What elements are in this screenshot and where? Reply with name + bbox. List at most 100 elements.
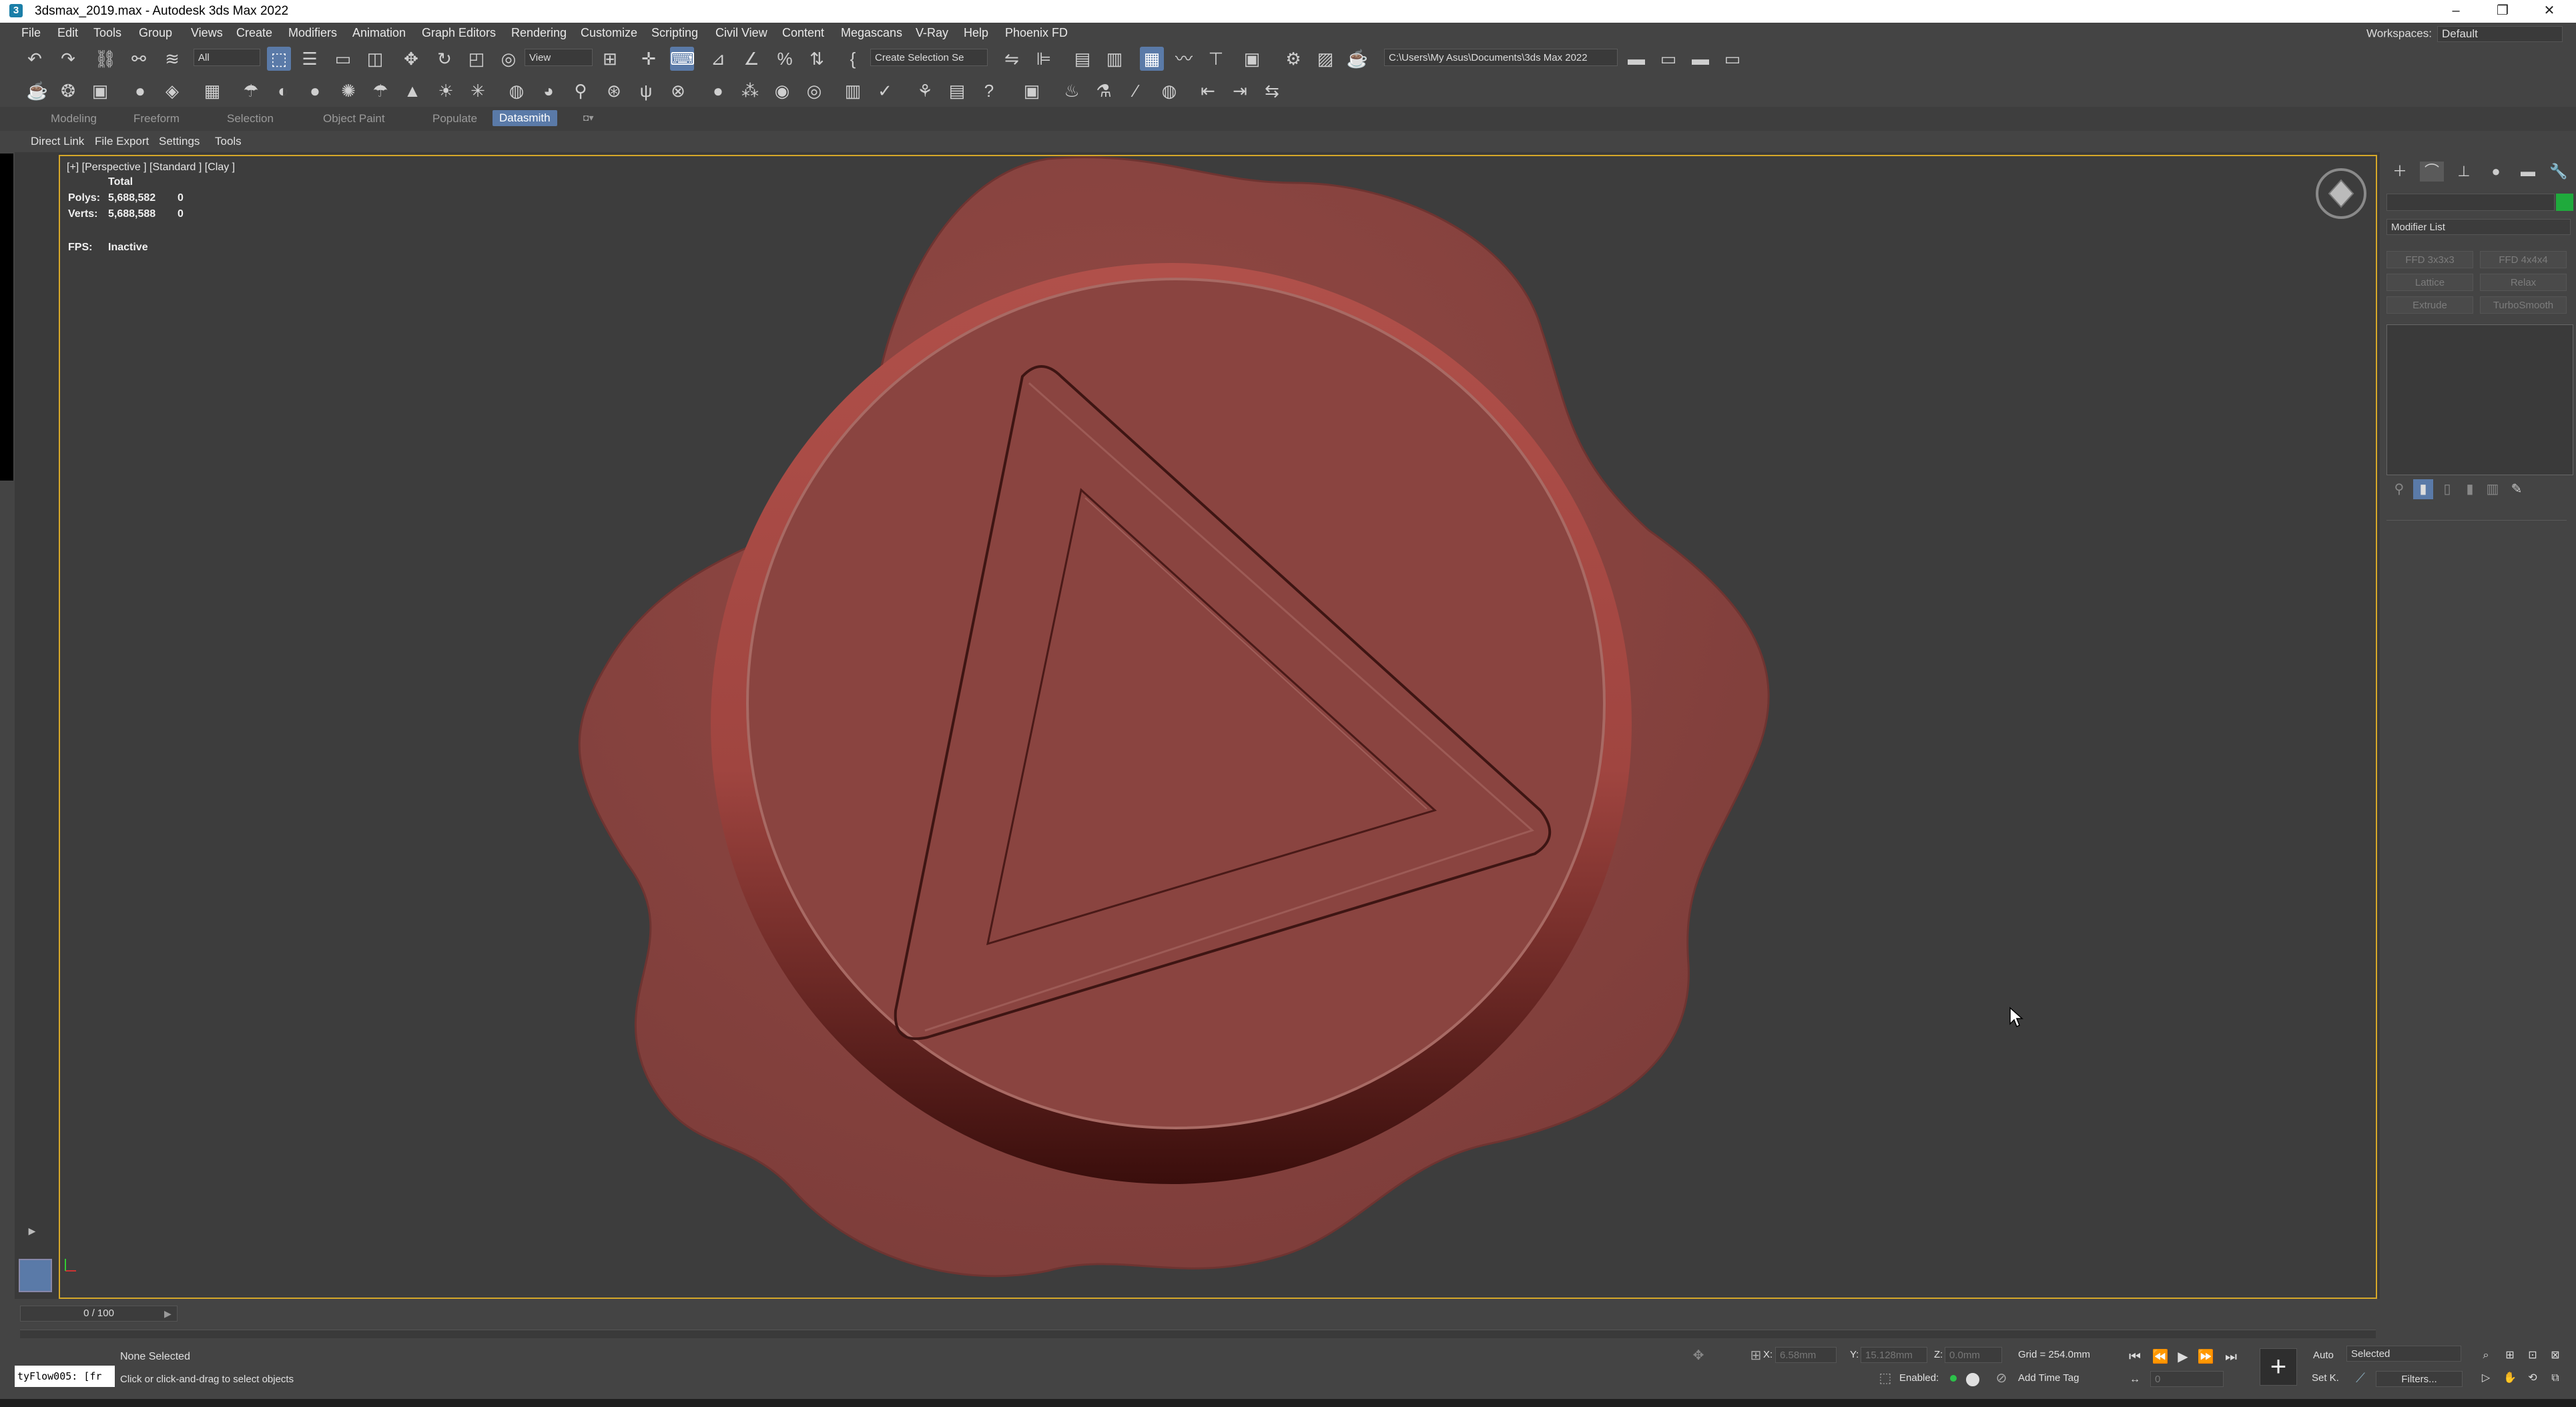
z-coordinate-field[interactable]: 0.0mm [1945, 1347, 2002, 1363]
sun-light-icon[interactable]: ● [303, 79, 327, 103]
menu-edit[interactable]: Edit [57, 26, 78, 40]
spot-light-icon[interactable]: ☂ [368, 79, 392, 103]
vray-fur-brush-icon[interactable]: ψ [634, 79, 658, 103]
link-icon[interactable]: ⛓ [93, 47, 117, 71]
menu-megascans[interactable]: Megascans [841, 26, 902, 40]
isolate-selection-icon[interactable]: ✥ [1688, 1346, 1708, 1366]
object-color-swatch[interactable] [2556, 194, 2573, 211]
track-bar[interactable] [20, 1330, 2376, 1338]
ies-light-icon[interactable]: ✺ [336, 79, 360, 103]
maxscript-listener[interactable]: tyFlow005: [fr [15, 1366, 115, 1387]
phoenix-export-icon[interactable]: ⇥ [1228, 79, 1252, 103]
enabled-toggle[interactable] [1965, 1372, 1981, 1388]
modifier-stack[interactable] [2386, 324, 2573, 475]
vray-scene-icon[interactable]: ▥ [841, 79, 865, 103]
vray-frame-buffer-icon[interactable]: ▦ [200, 79, 224, 103]
project-folder-icon[interactable]: ▬ [1624, 47, 1648, 71]
teapot-icon[interactable]: ☕ [25, 79, 49, 103]
reference-coordinate-dropdown[interactable]: View [525, 49, 593, 66]
go-to-end-icon[interactable]: ⏭ [2221, 1347, 2241, 1367]
adaptive-degradation-icon[interactable]: ⬚ [1875, 1368, 1895, 1388]
menu-scripting[interactable]: Scripting [651, 26, 698, 40]
help-icon[interactable]: ? [977, 79, 1001, 103]
menu-customize[interactable]: Customize [581, 26, 637, 40]
menu-animation[interactable]: Animation [352, 26, 406, 40]
set-key-button[interactable]: Set K. [2312, 1372, 2339, 1384]
save-project-icon[interactable]: ▬ [1688, 47, 1712, 71]
current-frame-field[interactable]: 0 [2150, 1371, 2224, 1387]
material-browser-icon[interactable]: ⁂ [738, 79, 762, 103]
select-object-icon[interactable]: ⬚ [267, 47, 291, 71]
viewcube-icon[interactable] [2314, 167, 2368, 220]
redo-icon[interactable]: ↷ [56, 47, 80, 71]
edit-named-selection-icon[interactable]: { [841, 47, 865, 71]
tyflow-icon[interactable]: ⚘ [913, 79, 937, 103]
auto-key-button[interactable]: Auto [2313, 1350, 2334, 1361]
workspace-dropdown[interactable]: Default [2437, 26, 2563, 42]
maximize-viewport-icon[interactable]: ⧉ [2545, 1368, 2565, 1388]
vray-fur-icon[interactable]: ◍ [505, 79, 529, 103]
project-settings-icon[interactable]: ▭ [1720, 47, 1744, 71]
toggle-ribbon-icon[interactable]: ▦ [1140, 47, 1164, 71]
phoenix-liquid-icon[interactable]: ⚗ [1092, 79, 1116, 103]
menu-modifiers[interactable]: Modifiers [288, 26, 337, 40]
menu-content[interactable]: Content [782, 26, 824, 40]
snaps-toggle-icon[interactable]: ⊿ [706, 47, 730, 71]
vray-proxy-icon[interactable]: ◈ [160, 79, 184, 103]
select-by-name-icon[interactable]: ☰ [298, 47, 322, 71]
phoenix-source-icon[interactable]: ∕ [1124, 79, 1148, 103]
set-key-icon[interactable]: + [2260, 1348, 2297, 1386]
y-coordinate-field[interactable]: 15.128mm [1861, 1347, 1927, 1363]
named-selection-dropdown[interactable]: Create Selection Se [870, 49, 988, 66]
tab-modeling[interactable]: Modeling [51, 112, 97, 125]
minimize-button[interactable]: – [2436, 0, 2476, 23]
pivot-center-icon[interactable]: ⊞ [598, 47, 622, 71]
maximize-button[interactable]: ❐ [2483, 0, 2523, 23]
previous-frame-icon[interactable]: ⏪ [2150, 1347, 2170, 1367]
menu-views[interactable]: Views [191, 26, 223, 40]
tab-selection[interactable]: Selection [227, 112, 274, 125]
vray-clipper-icon[interactable]: ⚲ [569, 79, 593, 103]
time-slider[interactable]: 0 / 100 [20, 1306, 178, 1322]
modify-tab-icon[interactable]: ⌒ [2420, 162, 2444, 182]
viewport-layout-tab[interactable] [19, 1259, 52, 1292]
show-end-result-icon[interactable]: ▮ [2413, 479, 2433, 499]
select-move-icon[interactable]: ✥ [399, 47, 423, 71]
select-rotate-icon[interactable]: ↻ [432, 47, 456, 71]
vray-light-icon[interactable]: ❂ [56, 79, 80, 103]
menu-rendering[interactable]: Rendering [511, 26, 567, 40]
tab-populate[interactable]: Populate [432, 112, 477, 125]
sun-icon[interactable]: ☀ [434, 79, 458, 103]
ffd3-button[interactable]: FFD 3x3x3 [2386, 251, 2473, 268]
time-tag-icon[interactable]: ⊘ [1991, 1368, 2011, 1388]
remove-modifier-icon[interactable]: ▮ [2460, 479, 2480, 499]
rendered-frame-window-icon[interactable]: ▨ [1313, 47, 1337, 71]
menu-civil-view[interactable]: Civil View [715, 26, 767, 40]
modifier-list-dropdown[interactable]: Modifier List [2386, 219, 2571, 235]
unlink-icon[interactable]: ⚯ [127, 47, 151, 71]
ffd4-button[interactable]: FFD 4x4x4 [2480, 251, 2567, 268]
project-path-dropdown[interactable]: C:\Users\My Asus\Documents\3ds Max 2022 [1384, 49, 1618, 66]
utilities-tab-icon[interactable]: 🔧 [2547, 162, 2571, 182]
motion-tab-icon[interactable]: ● [2484, 162, 2508, 182]
vray-logo-icon[interactable]: ✓ [873, 79, 897, 103]
render-setup-icon[interactable]: ⚙ [1281, 47, 1305, 71]
material-sphere-icon[interactable]: ● [706, 79, 730, 103]
lattice-button[interactable]: Lattice [2386, 274, 2473, 291]
orbit-icon[interactable]: ⟲ [2523, 1368, 2543, 1388]
render-production-icon[interactable]: ☕ [1345, 47, 1369, 71]
mirror-icon[interactable]: ⇋ [1000, 47, 1024, 71]
key-mode-icon[interactable]: ⟋ [2350, 1368, 2370, 1388]
close-button[interactable]: ✕ [2529, 0, 2569, 23]
menu-help[interactable]: Help [964, 26, 988, 40]
menu-vray[interactable]: V-Ray [916, 26, 948, 40]
phoenix-force-icon[interactable]: ◍ [1157, 79, 1181, 103]
select-scale-icon[interactable]: ◰ [464, 47, 489, 71]
field-of-view-icon[interactable]: ▷ [2476, 1368, 2496, 1388]
zoom-extents-all-icon[interactable]: ⊠ [2545, 1346, 2565, 1366]
schematic-view-icon[interactable]: ⊤ [1204, 47, 1228, 71]
zoom-icon[interactable]: ⌕ [2476, 1346, 2496, 1366]
align-icon[interactable]: ⊫ [1032, 47, 1056, 71]
menu-file[interactable]: File [21, 26, 41, 40]
relax-button[interactable]: Relax [2480, 274, 2567, 291]
